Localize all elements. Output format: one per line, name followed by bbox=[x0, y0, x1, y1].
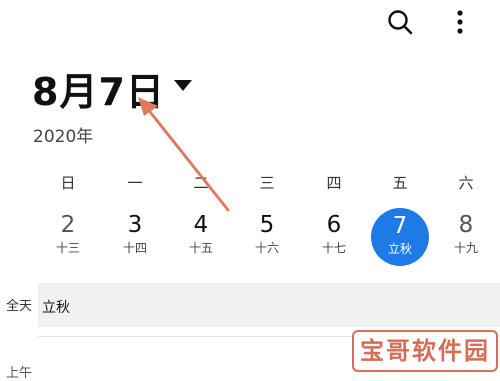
day-number: 2 bbox=[60, 212, 76, 238]
day-number: 7 bbox=[392, 213, 408, 239]
lunar-date: 十四 bbox=[122, 241, 147, 255]
date-title[interactable]: 8月7日 bbox=[32, 66, 165, 118]
lunar-date: 十九 bbox=[453, 241, 478, 255]
weekday-mon: 一 bbox=[127, 174, 143, 192]
caret-down-icon[interactable] bbox=[174, 80, 192, 91]
day-number: 3 bbox=[127, 212, 143, 238]
weekday-tue: 二 bbox=[193, 174, 209, 192]
watermark: 宝哥软件园 bbox=[352, 330, 498, 372]
lunar-date: 十七 bbox=[321, 241, 346, 255]
lunar-date: 十五 bbox=[188, 241, 213, 255]
lunar-date: 立秋 bbox=[387, 242, 412, 256]
day-number: 4 bbox=[193, 212, 209, 238]
allday-row[interactable] bbox=[38, 283, 500, 327]
weekday-fri: 五 bbox=[392, 174, 408, 192]
am-label: 上午 bbox=[6, 366, 33, 381]
day-cell[interactable]: 6 十七 bbox=[306, 210, 362, 270]
day-number: 8 bbox=[458, 212, 474, 238]
weekday-thu: 四 bbox=[326, 174, 342, 192]
lunar-date: 十六 bbox=[254, 241, 279, 255]
day-number: 6 bbox=[326, 212, 342, 238]
allday-label: 全天 bbox=[6, 299, 33, 314]
day-cell-selected[interactable]: 7 立秋 bbox=[371, 208, 429, 266]
year-label: 2020年 bbox=[33, 127, 94, 147]
day-cell[interactable]: 8 十九 bbox=[438, 210, 494, 270]
search-icon[interactable] bbox=[386, 8, 414, 36]
day-cell[interactable]: 3 十四 bbox=[107, 210, 163, 270]
day-cell[interactable]: 5 十六 bbox=[239, 210, 295, 270]
lunar-date: 十三 bbox=[55, 241, 80, 255]
day-cell[interactable]: 4 十五 bbox=[173, 210, 229, 270]
more-vertical-icon[interactable] bbox=[446, 8, 474, 36]
allday-event[interactable]: 立秋 bbox=[42, 297, 70, 317]
day-number: 5 bbox=[259, 212, 275, 238]
weekday-sun: 日 bbox=[60, 174, 76, 192]
weekday-sat: 六 bbox=[458, 174, 474, 192]
weekday-wed: 三 bbox=[259, 174, 275, 192]
day-cell[interactable]: 2 十三 bbox=[40, 210, 96, 270]
